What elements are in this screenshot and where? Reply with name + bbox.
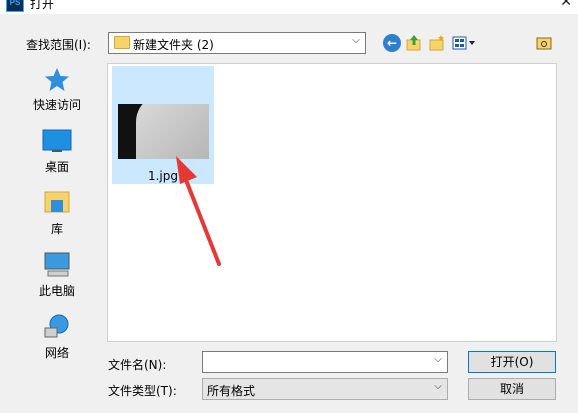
- chevron-down-icon[interactable]: ⌵: [431, 354, 445, 365]
- folder-settings-icon[interactable]: [535, 34, 553, 52]
- filetype-label: 文件类型(T):: [108, 384, 177, 398]
- open-button[interactable]: 打开(O): [468, 351, 556, 373]
- file-list[interactable]: 1.jpg: [107, 63, 557, 342]
- library-icon: [44, 191, 70, 213]
- place-this-pc[interactable]: 此电脑: [8, 250, 106, 300]
- title-bar: PS 打开 ✕: [0, 0, 578, 14]
- place-network[interactable]: 网络: [8, 312, 106, 362]
- network-icon: [44, 314, 69, 338]
- place-label: 桌面: [44, 160, 69, 174]
- photoshop-icon: PS: [6, 0, 24, 12]
- filetype-value: 所有格式: [207, 384, 256, 398]
- place-label: 快速访问: [32, 98, 81, 112]
- place-label: 库: [50, 222, 63, 236]
- chevron-down-icon[interactable]: ⌵: [349, 35, 363, 46]
- place-desktop[interactable]: 桌面: [8, 126, 106, 176]
- desktop-icon: [42, 129, 72, 152]
- places-bar: 快速访问 桌面 库 此电脑 网络: [8, 64, 106, 364]
- computer-icon: [44, 252, 70, 277]
- chevron-down-icon[interactable]: ⌵: [431, 381, 445, 392]
- place-label: 此电脑: [38, 284, 75, 298]
- place-quick-access[interactable]: 快速访问: [8, 64, 106, 114]
- view-menu-icon[interactable]: [452, 34, 478, 52]
- file-item-1-jpg[interactable]: 1.jpg: [112, 66, 214, 184]
- new-folder-icon[interactable]: [428, 34, 446, 52]
- image-thumbnail: [118, 104, 209, 159]
- file-name-label: 1.jpg: [147, 169, 179, 183]
- lookin-label: 查找范围(I):: [26, 38, 91, 52]
- up-folder-icon[interactable]: [405, 34, 423, 52]
- lookin-combobox[interactable]: 新建文件夹 (2) ⌵: [108, 32, 366, 54]
- filename-input[interactable]: ⌵: [202, 351, 448, 373]
- filename-label: 文件名(N):: [108, 358, 167, 372]
- filetype-select[interactable]: 所有格式 ⌵: [202, 378, 448, 400]
- place-label: 网络: [44, 346, 69, 360]
- cancel-button[interactable]: 取消: [468, 378, 556, 400]
- star-icon: [45, 68, 69, 91]
- close-icon[interactable]: ✕: [560, 0, 572, 10]
- window-title: 打开: [30, 0, 55, 11]
- place-library[interactable]: 库: [8, 188, 106, 238]
- lookin-value: 新建文件夹 (2): [133, 38, 214, 52]
- folder-icon: [114, 36, 130, 49]
- back-arrow-icon[interactable]: ←: [383, 34, 401, 52]
